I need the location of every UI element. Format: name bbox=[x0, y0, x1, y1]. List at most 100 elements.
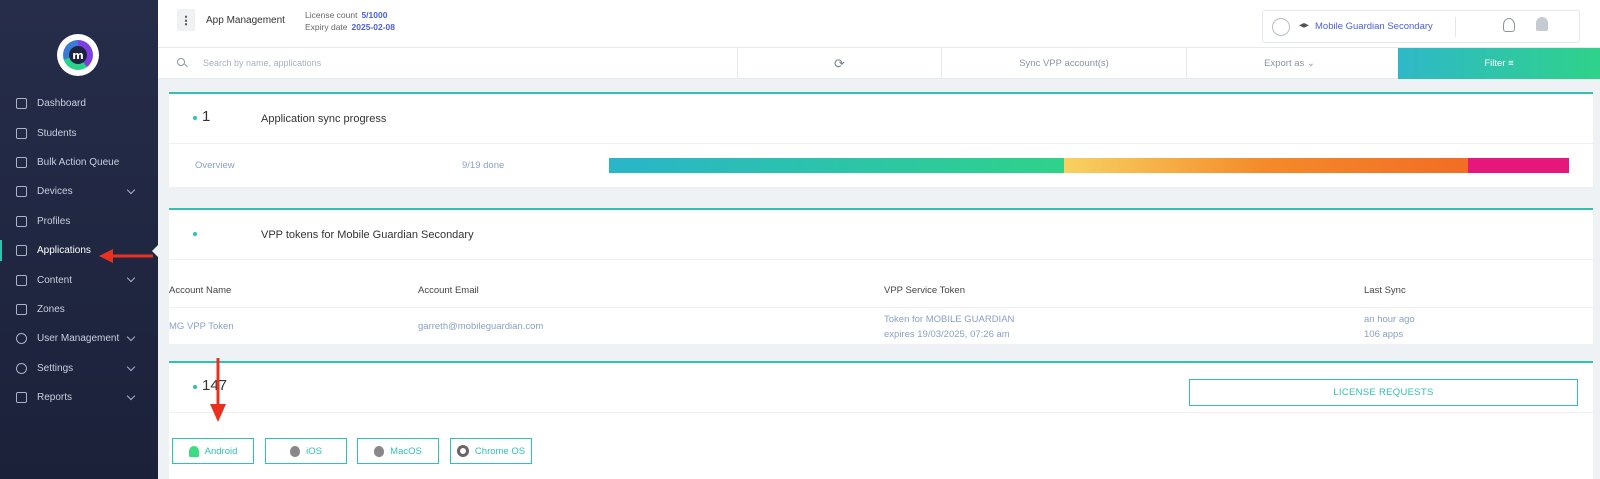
sidebar-item-user-management[interactable]: User Management bbox=[0, 324, 158, 353]
sidebar-item-profiles[interactable]: Profiles bbox=[0, 207, 158, 236]
page-title: App Management bbox=[206, 15, 285, 26]
sync-progress-card: 1 Application sync progress Overview 9/1… bbox=[169, 92, 1593, 187]
toolbar: ⟳ Sync VPP account(s) Export as ⌄ Filter… bbox=[158, 48, 1600, 79]
os-filter-label: iOS bbox=[306, 445, 322, 457]
divider bbox=[1455, 17, 1456, 37]
chevron-down-icon bbox=[126, 274, 136, 283]
bullet-dot bbox=[193, 232, 197, 236]
license-info: License count 5/1000 Expiry date 2025-02-0… bbox=[305, 9, 395, 33]
progress-segment-pending bbox=[1064, 158, 1469, 173]
sidebar-item-label: Zones bbox=[37, 303, 65, 315]
sidebar-item-label: Devices bbox=[37, 186, 73, 198]
sync-vpp-button[interactable]: Sync VPP account(s) bbox=[941, 48, 1186, 79]
column-header-account-email: Account Email bbox=[418, 285, 479, 296]
sidebar-item-label: Profiles bbox=[37, 215, 71, 227]
search-icon bbox=[177, 58, 185, 66]
avatar-icon[interactable] bbox=[1272, 18, 1290, 36]
gear-icon bbox=[16, 362, 27, 374]
last-sync-cell: an hour ago 106 apps bbox=[1364, 312, 1415, 342]
overview-label: Overview bbox=[195, 160, 235, 171]
dashboard-icon bbox=[16, 98, 27, 110]
reports-icon bbox=[16, 392, 27, 404]
search-input[interactable] bbox=[203, 54, 713, 72]
os-filter-label: Android bbox=[204, 445, 238, 457]
expiry-date-label: Expiry date bbox=[305, 22, 348, 32]
android-filter-button[interactable]: Android bbox=[172, 438, 254, 464]
synced-app-count: 106 apps bbox=[1364, 329, 1404, 340]
sidebar-item-zones[interactable]: Zones bbox=[0, 295, 158, 324]
device-icon bbox=[16, 186, 27, 198]
kebab-menu-button[interactable]: ⋮ bbox=[177, 9, 195, 31]
android-icon bbox=[188, 445, 199, 457]
column-header-account-name: Account Name bbox=[169, 285, 232, 296]
token-name: Token for MOBILE GUARDIAN bbox=[884, 314, 1015, 325]
sidebar-item-content[interactable]: Content bbox=[0, 265, 158, 294]
vpp-token-cell: Token for MOBILE GUARDIAN expires 19/03/… bbox=[884, 312, 1014, 342]
apple-icon bbox=[374, 445, 385, 457]
card-title: Application sync progress bbox=[261, 113, 387, 125]
chrome-icon bbox=[456, 445, 469, 457]
macos-filter-button[interactable]: MacOS bbox=[357, 438, 439, 464]
graduation-cap-icon bbox=[1299, 23, 1309, 28]
license-requests-button[interactable]: LICENSE REQUESTS bbox=[1189, 379, 1578, 406]
logo-letter: m bbox=[69, 46, 87, 64]
logo-ring: m bbox=[63, 40, 93, 70]
filter-button[interactable]: Filter ≡ bbox=[1398, 48, 1600, 79]
progress-segment-completed bbox=[609, 158, 1065, 173]
chevron-down-icon bbox=[126, 185, 136, 195]
users-icon bbox=[16, 333, 27, 345]
sidebar-item-dashboard[interactable]: Dashboard bbox=[0, 89, 158, 118]
row-divider bbox=[169, 307, 1593, 308]
sidebar-item-reports[interactable]: Reports bbox=[0, 383, 158, 412]
profiles-icon bbox=[16, 215, 27, 227]
annotation-arrow-down bbox=[210, 358, 226, 422]
apps-grid-icon bbox=[16, 245, 27, 257]
expiry-date-value: 2025-02-08 bbox=[351, 22, 396, 32]
sync-progress-bar bbox=[609, 158, 1569, 173]
organization-selector[interactable]: Mobile Guardian Secondary bbox=[1262, 10, 1580, 43]
bullet-dot bbox=[193, 116, 197, 120]
chevron-down-icon bbox=[126, 362, 136, 371]
students-icon bbox=[16, 127, 27, 139]
sidebar-item-label: Students bbox=[37, 127, 77, 139]
sync-count: 1 bbox=[202, 108, 211, 125]
top-header: ⋮ App Management License count 5/1000 Exp… bbox=[158, 0, 1600, 48]
account-email-cell[interactable]: garreth@mobileguardian.com bbox=[418, 319, 543, 334]
column-header-vpp-service-token: VPP Service Token bbox=[884, 285, 965, 296]
sidebar-item-label: Bulk Action Queue bbox=[37, 156, 120, 168]
card-header: VPP tokens for Mobile Guardian Secondary bbox=[169, 210, 1593, 260]
organization-name[interactable]: Mobile Guardian Secondary bbox=[1315, 21, 1433, 32]
ios-filter-button[interactable]: iOS bbox=[265, 438, 347, 464]
sidebar-item-devices[interactable]: Devices bbox=[0, 177, 158, 206]
chrome-os-filter-button[interactable]: Chrome OS bbox=[450, 438, 532, 464]
vpp-tokens-card: VPP tokens for Mobile Guardian Secondary… bbox=[169, 208, 1593, 344]
user-location-icon[interactable] bbox=[1503, 18, 1515, 32]
sidebar-item-bulk-action-queue[interactable]: Bulk Action Queue bbox=[0, 148, 158, 177]
last-sync-time: an hour ago bbox=[1364, 314, 1415, 325]
sidebar-item-label: User Management bbox=[37, 333, 120, 345]
os-filter-label: Chrome OS bbox=[474, 445, 526, 457]
sidebar-item-students[interactable]: Students bbox=[0, 118, 158, 147]
license-count-value: 5/1000 bbox=[361, 10, 388, 20]
apple-icon bbox=[290, 445, 301, 457]
sidebar-item-label: Dashboard bbox=[37, 98, 86, 110]
mobile-guardian-logo[interactable]: m bbox=[57, 34, 99, 76]
refresh-button[interactable]: ⟳ bbox=[737, 48, 941, 79]
export-as-dropdown[interactable]: Export as ⌄ bbox=[1186, 48, 1392, 79]
sidebar-item-label: Content bbox=[37, 274, 73, 286]
os-filter-label: MacOS bbox=[390, 445, 422, 457]
card-header: 147 LICENSE REQUESTS bbox=[169, 363, 1593, 413]
sidebar-item-label: Applications bbox=[37, 245, 91, 257]
progress-segment-failed bbox=[1468, 158, 1569, 173]
bullet-dot bbox=[193, 385, 197, 389]
hourglass-icon bbox=[16, 156, 27, 168]
progress-text: 9/19 done bbox=[462, 160, 505, 171]
sidebar-item-label: Reports bbox=[37, 392, 73, 404]
applications-card: 147 LICENSE REQUESTS Android iOS MacOS C… bbox=[169, 361, 1593, 479]
bell-icon[interactable] bbox=[1536, 17, 1548, 31]
card-header: 1 Application sync progress bbox=[169, 94, 1593, 144]
token-expiry: expires 19/03/2025, 07:26 am bbox=[884, 329, 1010, 340]
account-name-cell[interactable]: MG VPP Token bbox=[169, 319, 234, 334]
sidebar-item-settings[interactable]: Settings bbox=[0, 354, 158, 383]
content-icon bbox=[16, 274, 27, 286]
